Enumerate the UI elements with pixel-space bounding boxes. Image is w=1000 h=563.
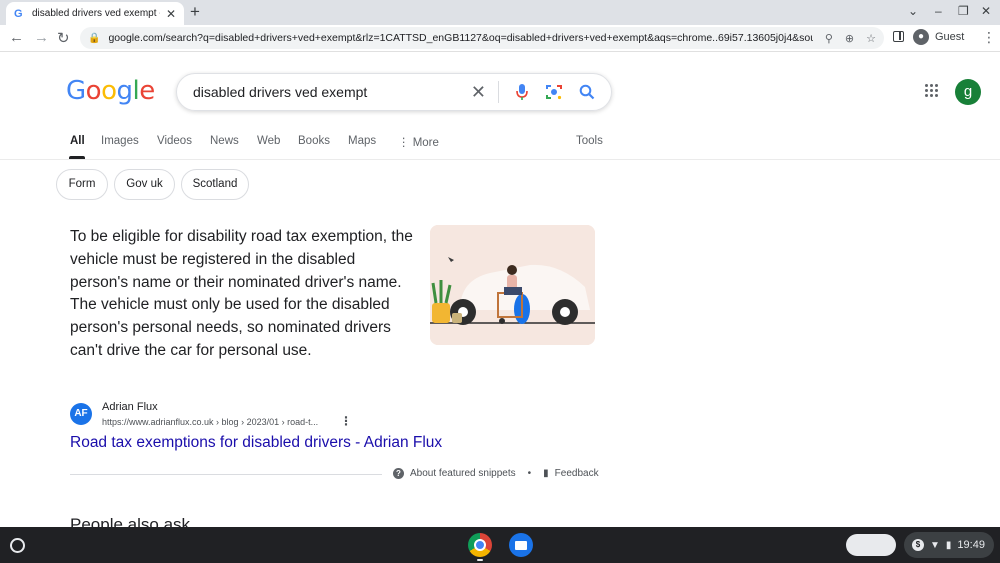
- more-dots-icon: ⋮: [398, 137, 410, 149]
- tab-strip: G disabled drivers ved exempt - Go ✕ + ⌄…: [0, 0, 1000, 25]
- source-favicon[interactable]: AF: [70, 403, 92, 425]
- tray-item[interactable]: [846, 534, 896, 556]
- chrome-app-icon[interactable]: [468, 533, 492, 557]
- battery-icon: ▮: [945, 539, 952, 551]
- tools-button[interactable]: Tools: [576, 135, 603, 147]
- os-shelf: $ ▼ ▮ 19:49: [0, 527, 1000, 563]
- feedback-link[interactable]: Feedback: [555, 468, 599, 479]
- snippet-image[interactable]: [430, 225, 595, 345]
- forward-icon[interactable]: →: [34, 29, 49, 46]
- featured-snippet-text: To be eligible for disability road tax e…: [70, 228, 413, 359]
- logo-letter: l: [132, 76, 140, 106]
- chevron-down-icon[interactable]: ⌄: [908, 4, 918, 18]
- zoom-icon[interactable]: ⊕: [845, 32, 854, 45]
- bookmark-star-icon[interactable]: ☆: [866, 32, 876, 45]
- lock-icon[interactable]: 🔒: [88, 33, 100, 44]
- status-badge: $: [912, 539, 924, 551]
- location-icon[interactable]: ⚲: [825, 32, 833, 45]
- tab-images[interactable]: Images: [101, 135, 139, 147]
- help-icon[interactable]: ?: [393, 468, 404, 479]
- restore-icon[interactable]: ❐: [958, 4, 969, 18]
- profile-button[interactable]: ● Guest: [913, 29, 964, 45]
- active-app-indicator: [477, 559, 483, 561]
- clock: 19:49: [957, 539, 985, 551]
- tab-maps[interactable]: Maps: [348, 135, 376, 147]
- source-url[interactable]: https://www.adrianflux.co.uk › blog › 20…: [102, 417, 318, 427]
- logo-letter: o: [101, 76, 117, 106]
- logo-letter: e: [139, 76, 155, 106]
- tab-videos[interactable]: Videos: [157, 135, 192, 147]
- minimize-icon[interactable]: –: [935, 4, 942, 18]
- wheelchair-car-illustration: [430, 225, 595, 345]
- launcher-icon[interactable]: [10, 538, 25, 553]
- apps-grid-icon[interactable]: [925, 84, 939, 98]
- tab-title: disabled drivers ved exempt - Go: [32, 8, 160, 19]
- microphone-icon[interactable]: [515, 83, 529, 101]
- source-name[interactable]: Adrian Flux: [102, 401, 158, 413]
- guest-avatar-icon: ●: [913, 29, 929, 45]
- camera-lens-icon[interactable]: [545, 83, 563, 101]
- side-panel-icon[interactable]: [893, 31, 904, 42]
- chip-gov-uk[interactable]: Gov uk: [114, 169, 175, 200]
- tab-web[interactable]: Web: [257, 135, 280, 147]
- tab-more[interactable]: ⋮ More: [398, 135, 439, 149]
- logo-letter: o: [85, 76, 102, 106]
- url-text[interactable]: google.com/search?q=disabled+drivers+ved…: [108, 32, 812, 44]
- browser-menu-icon[interactable]: ⋮: [982, 29, 996, 46]
- wifi-icon: ▼: [930, 539, 940, 551]
- logo-letter: G: [66, 76, 86, 106]
- search-box-divider: [498, 81, 499, 103]
- tab-news[interactable]: News: [210, 135, 239, 147]
- logo-letter: g: [116, 76, 134, 106]
- about-featured-snippets-link[interactable]: About featured snippets: [410, 468, 516, 479]
- search-tabs: All Images Videos News Web Books Maps ⋮ …: [0, 126, 1000, 160]
- tab-all[interactable]: All: [70, 135, 85, 147]
- chip-form[interactable]: Form: [56, 169, 108, 200]
- feedback-icon[interactable]: ▮: [543, 468, 549, 479]
- browser-tab[interactable]: G disabled drivers ved exempt - Go ✕: [6, 2, 184, 25]
- tab-books[interactable]: Books: [298, 135, 330, 147]
- chip-scotland[interactable]: Scotland: [181, 169, 249, 200]
- address-bar[interactable]: 🔒 google.com/search?q=disabled+drivers+v…: [80, 27, 884, 49]
- snippet-divider: [70, 474, 382, 475]
- close-tab-icon[interactable]: ✕: [166, 7, 176, 21]
- search-icon[interactable]: [579, 84, 595, 100]
- snippet-footer: ? About featured snippets • ▮ Feedback: [393, 468, 599, 479]
- back-icon[interactable]: ←: [9, 29, 24, 46]
- search-box[interactable]: disabled drivers ved exempt ✕: [176, 73, 612, 111]
- clear-icon[interactable]: ✕: [471, 82, 486, 103]
- active-tab-indicator: [69, 156, 85, 159]
- browser-toolbar: ← → ↻ 🔒 google.com/search?q=disabled+dri…: [0, 25, 1000, 52]
- google-favicon-icon: G: [14, 7, 23, 20]
- user-avatar[interactable]: g: [955, 79, 981, 105]
- footer-separator: •: [527, 468, 532, 479]
- new-tab-button[interactable]: +: [190, 2, 200, 22]
- google-logo[interactable]: Google: [66, 76, 155, 106]
- close-window-icon[interactable]: ✕: [981, 4, 991, 18]
- reload-icon[interactable]: ↻: [57, 29, 70, 47]
- status-tray[interactable]: $ ▼ ▮ 19:49: [904, 532, 994, 558]
- tab-more-label: More: [412, 137, 439, 149]
- search-input[interactable]: disabled drivers ved exempt: [193, 84, 455, 100]
- result-title-link[interactable]: Road tax exemptions for disabled drivers…: [70, 434, 442, 452]
- files-app-icon[interactable]: [509, 533, 533, 557]
- more-options-icon[interactable]: ⋮: [340, 414, 352, 428]
- profile-name: Guest: [935, 31, 965, 43]
